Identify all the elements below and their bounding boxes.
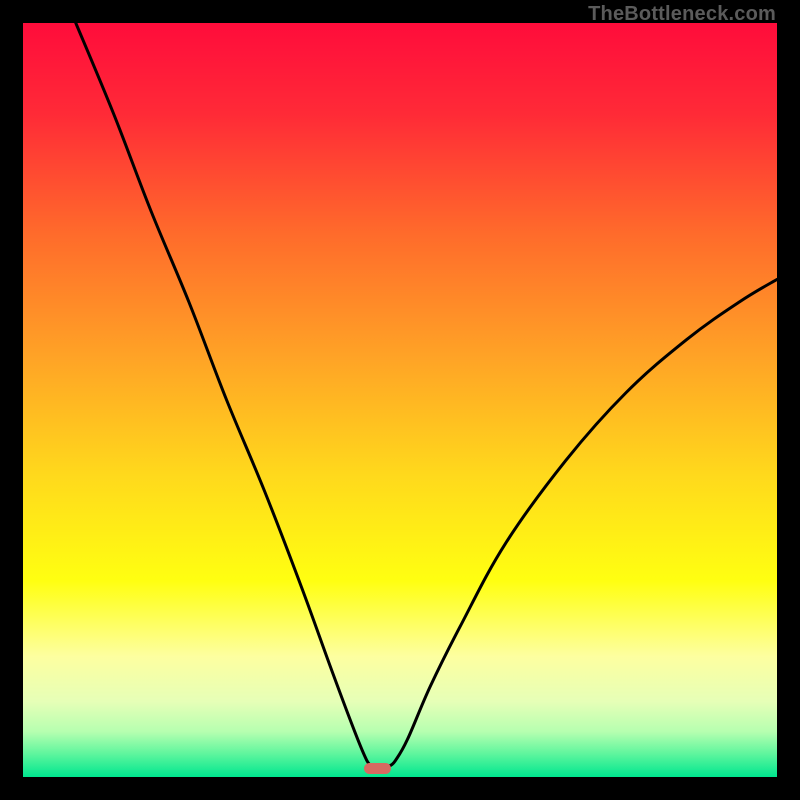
chart-frame: TheBottleneck.com [0,0,800,800]
optimum-marker [364,763,390,774]
bottleneck-curve [23,23,777,777]
plot-area [23,23,777,777]
